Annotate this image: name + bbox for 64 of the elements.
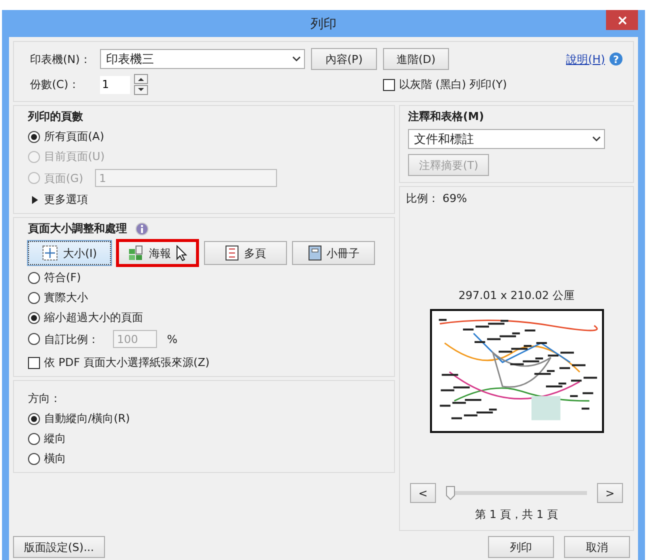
more-options-link[interactable]: 更多選項	[44, 192, 88, 207]
sizing-mode-tab[interactable]: 海報	[116, 239, 199, 267]
sizing-mode-tab[interactable]: 大小(I)	[28, 241, 111, 265]
section-title: 頁面大小調整和處理	[28, 221, 127, 236]
radio-button[interactable]	[28, 452, 40, 464]
next-page-button[interactable]: >	[597, 483, 623, 503]
scale-label: 比例： 69%	[406, 191, 467, 206]
radio-label: 目前頁面(U)	[44, 149, 105, 164]
spin-down-icon[interactable]	[134, 85, 148, 95]
info-icon[interactable]	[135, 222, 149, 236]
page-count-label: 第 1 頁，共 1 頁	[475, 507, 558, 522]
radio-button[interactable]	[28, 292, 40, 304]
section-title: 列印的頁數	[28, 109, 84, 124]
spin-up-icon[interactable]	[134, 74, 148, 84]
radio-label: 自動縱向/橫向(R)	[44, 411, 130, 426]
copies-label: 份數(C)：	[30, 77, 80, 92]
sizing-mode-tab[interactable]: 多頁	[204, 241, 287, 265]
booklet-icon	[308, 245, 322, 261]
radio-label: 縱向	[44, 431, 66, 446]
close-icon	[618, 16, 626, 24]
radio-button[interactable]	[28, 333, 40, 345]
page-setup-button[interactable]: 版面設定(S)...	[13, 536, 106, 558]
caret-icon	[292, 56, 300, 62]
slider-thumb[interactable]	[446, 486, 455, 500]
radio-button[interactable]	[28, 130, 40, 142]
help-link[interactable]: 說明(H)	[566, 52, 605, 66]
caret-icon	[592, 136, 600, 142]
percent-label: %	[167, 332, 178, 346]
radio-button[interactable]	[28, 412, 40, 424]
tiles-icon	[128, 245, 144, 261]
radio-label: 橫向	[44, 451, 66, 466]
help-icon[interactable]: ?	[609, 52, 623, 66]
copies-field[interactable]: 1	[100, 76, 130, 94]
radio-button[interactable]	[28, 312, 40, 324]
checkbox[interactable]	[28, 356, 40, 368]
radio-label: 實際大小	[44, 290, 88, 305]
previous-page-button[interactable]: <	[410, 483, 436, 503]
grayscale-label: 以灰階 (黑白) 列印(Y)	[399, 77, 507, 92]
window-title: 列印	[310, 16, 336, 32]
printer-button[interactable]: 內容(P)	[311, 48, 377, 70]
radio-label: 所有頁面(A)	[44, 129, 104, 144]
resize-icon	[42, 245, 58, 261]
radio-label: 符合(F)	[44, 270, 81, 285]
close-button[interactable]	[606, 10, 638, 30]
radio-label: 自訂比例：	[44, 332, 99, 346]
comments-dropdown[interactable]: 文件和標註	[408, 129, 605, 149]
checkbox-label: 依 PDF 頁面大小選擇紙張來源(Z)	[44, 355, 210, 370]
section-title: 注釋和表格(M)	[408, 109, 486, 124]
page-size-label: 297.01 x 210.02 公厘	[458, 288, 574, 303]
expand-triangle-icon[interactable]	[32, 196, 38, 204]
radio-label: 頁面(G)	[44, 170, 84, 186]
dialog-button[interactable]: 列印	[488, 536, 554, 558]
printer-dropdown[interactable]: 印表機三	[100, 49, 305, 69]
checkbox[interactable]	[383, 78, 395, 90]
mouse-pointer-icon	[176, 245, 187, 261]
printer-button[interactable]: 進階(D)	[383, 48, 449, 70]
radio-button[interactable]	[28, 272, 40, 284]
dialog-button[interactable]: 取消	[564, 536, 630, 558]
multi-page-icon	[225, 245, 239, 261]
printer-label: 印表機(N)：	[30, 52, 92, 66]
radio-label: 縮小超過大小的頁面	[44, 310, 143, 325]
section-title: 方向：	[28, 391, 62, 406]
sizing-mode-tab[interactable]: 小冊子	[292, 241, 375, 265]
radio-button[interactable]	[28, 432, 40, 444]
